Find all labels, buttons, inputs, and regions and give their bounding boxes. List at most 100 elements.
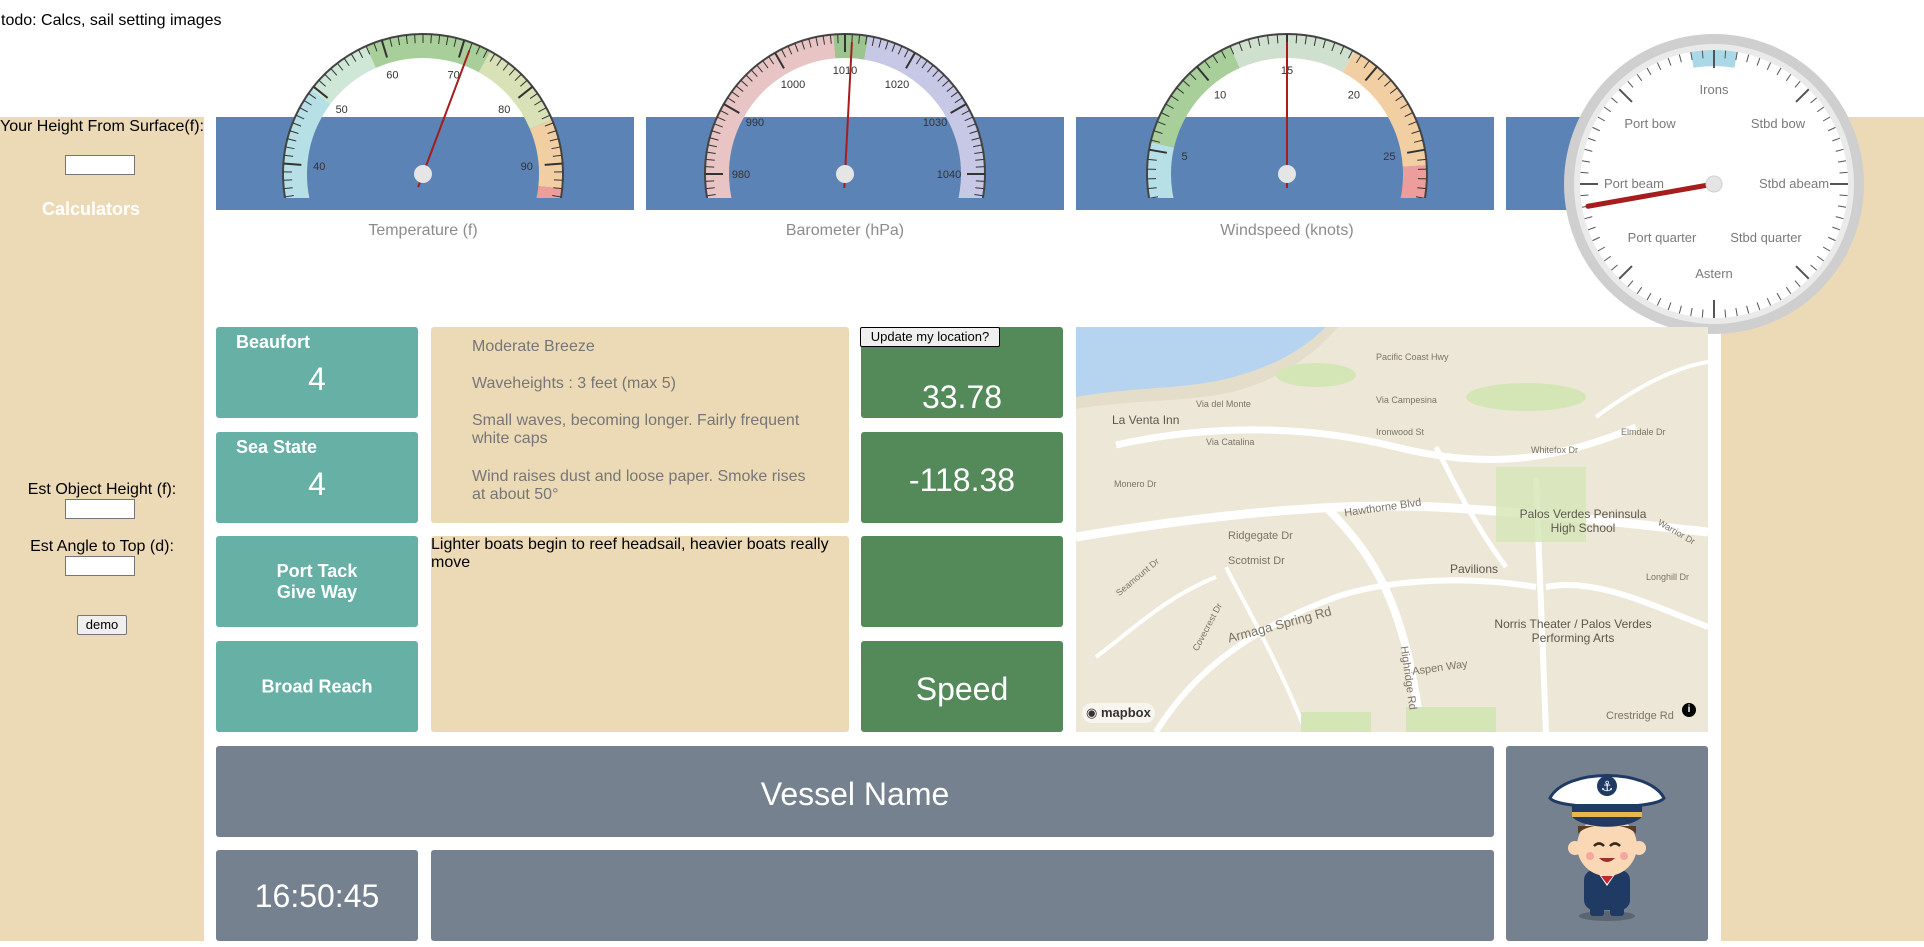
mapbox-logo-text: mapbox — [1100, 705, 1151, 720]
gauge-1-hub — [836, 165, 854, 183]
vessel-name: Vessel Name — [760, 776, 950, 812]
gauge-0-band-1 — [311, 46, 377, 105]
speed-label: Speed — [915, 671, 1009, 707]
height-label: Your Height From Surface(f): — [0, 118, 204, 135]
update-location-button[interactable]: Update my location? — [860, 327, 1000, 347]
temperature-title: Temperature (f) — [368, 222, 478, 239]
angle-input[interactable] — [65, 556, 135, 576]
gauge-1-tick-label-2: 990 — [746, 117, 764, 129]
wind-direction-gauge: Irons Port bow Stbd bow Port beam Stbd abeam… — [1564, 34, 1864, 334]
gauge-0-hub — [414, 165, 432, 183]
barometer-title: Barometer (hPa) — [785, 222, 905, 239]
compass-tick-95 — [1839, 194, 1848, 197]
beaufort-tile: Beaufort 4 — [216, 327, 418, 418]
sea-description: Small waves, becoming longer. Fairly fre… — [472, 412, 800, 447]
gauge-0-tick-label-1: 40 — [313, 161, 325, 173]
map-label-whitefox: Whitefox Dr — [1531, 445, 1579, 455]
gauge-0-tick-label-5: 80 — [498, 104, 510, 116]
gauge-2-band-2 — [1230, 34, 1355, 73]
compass-tick-175 — [1724, 309, 1727, 318]
blank-tile — [861, 536, 1063, 627]
compass-tick-265 — [1580, 194, 1589, 197]
compass-label-3: Port beam — [1604, 176, 1664, 191]
gauge-2-band-4 — [1387, 165, 1427, 244]
beaufort-value: 4 — [308, 361, 326, 397]
gauge-0-tick-label-6: 90 — [521, 161, 533, 173]
sea-state-value: 4 — [308, 466, 326, 502]
gauge-1-tick-label-4: 1010 — [833, 65, 857, 77]
sea-state-title: Sea State — [236, 437, 318, 457]
conditions-panel: Moderate Breeze Waveheights : 3 feet (ma… — [431, 327, 849, 523]
gauge-1-tick-label-7: 1040 — [937, 169, 961, 181]
compass-tick-85 — [1839, 171, 1848, 174]
point-of-sail-tile: Broad Reach — [216, 641, 418, 732]
temperature-dial: 30405060708090100 — [282, 33, 564, 245]
tack-line-1: Port Tack — [276, 560, 358, 581]
latitude-value: 33.78 — [921, 379, 1003, 415]
windspeed-title: Windspeed (knots) — [1220, 222, 1354, 239]
compass-label-4: Stbd abeam — [1759, 176, 1829, 191]
info-icon[interactable]: i — [1682, 703, 1696, 717]
tack-tile: Port Tack Give Way — [216, 536, 418, 627]
gauge-2-tick-label-4: 20 — [1348, 89, 1360, 101]
demo-button[interactable]: demo — [77, 615, 127, 635]
longitude-value: -118.38 — [908, 462, 1016, 498]
compass-label-1: Port bow — [1624, 116, 1676, 131]
map-label-la-venta: La Venta Inn — [1112, 413, 1180, 427]
advice-panel: Lighter boats begin to reef headsail, he… — [431, 536, 849, 732]
map-label-longhill: Longhill Dr — [1646, 572, 1690, 582]
gauge-1-tick-label-1: 980 — [732, 169, 750, 181]
map-label-pavilions: Pavilions — [1450, 562, 1499, 576]
map[interactable]: La Venta Inn Palos Verdes Peninsula High… — [1076, 327, 1708, 732]
map-label-via-catalina: Via Catalina — [1206, 437, 1255, 447]
gauge-2-tick-29 — [1276, 34, 1279, 44]
gauge-2-tick-31 — [1295, 34, 1298, 44]
gauge-1-tick-label-5: 1020 — [885, 79, 909, 91]
map-label-via-del-monte: Via del Monte — [1196, 399, 1251, 409]
advice-text: Lighter boats begin to reef headsail, he… — [431, 536, 829, 571]
map-label-elmdale: Elmdale Dr — [1621, 427, 1666, 437]
map-label-pch: Pacific Coast Hwy — [1376, 352, 1449, 362]
calculators-link[interactable]: Calculators — [0, 199, 182, 220]
gauge-0-band-0 — [283, 89, 331, 244]
mapbox-logo-icon: ◉ — [1086, 705, 1098, 720]
map-label-via-campesina: Via Campesina — [1376, 395, 1437, 405]
gauge-0-band-5 — [523, 185, 563, 244]
speed-tile: Speed — [861, 641, 1063, 732]
beaufort-title: Beaufort — [236, 332, 311, 352]
gauge-2-tick-label-1: 5 — [1182, 151, 1188, 163]
object-height-label: Est Object Height (f): — [27, 481, 177, 498]
compass-label-6: Stbd quarter — [1730, 230, 1802, 245]
map-label-ridgegate: Ridgegate Dr — [1228, 530, 1293, 542]
compass-label-5: Port quarter — [1628, 230, 1697, 245]
compass-tick-355 — [1701, 50, 1704, 59]
compass-tick-5 — [1724, 50, 1727, 59]
svg-text:⚓: ⚓ — [1601, 779, 1614, 795]
gauge-0-tick-36 — [430, 34, 432, 44]
gauge-0-band-4 — [529, 119, 563, 189]
windspeed-gauge: 051015202530 Windspeed (knots) — [1122, 28, 1452, 248]
compass-hub — [1705, 175, 1723, 193]
avatar-panel: ⚓ — [1506, 746, 1708, 941]
mapbox-logo[interactable]: ◉ mapbox — [1082, 703, 1155, 723]
barometer-gauge: 970980990100010101020103010401050 Barome… — [680, 28, 1010, 248]
gauge-0-tick-label-2: 50 — [336, 104, 348, 116]
gauge-1-tick-label-3: 1000 — [781, 79, 805, 91]
wind-name: Moderate Breeze — [472, 338, 595, 355]
status-bar — [431, 850, 1494, 941]
temperature-gauge: 30405060708090100 Temperature (f) — [258, 28, 588, 248]
sea-state-tile: Sea State 4 — [216, 432, 418, 523]
map-label-school: Palos Verdes Peninsula High School — [1519, 507, 1647, 535]
compass-label-2: Stbd bow — [1751, 116, 1806, 131]
left-sidebar: Your Height From Surface(f): Calculators… — [0, 117, 204, 941]
gauge-0-tick-60 — [544, 162, 563, 166]
gauge-2-hub — [1278, 165, 1296, 183]
map-label-ironwood: Ironwood St — [1376, 427, 1425, 437]
compass-tick-185 — [1701, 309, 1704, 318]
map-label-theater: Norris Theater / Palos Verdes Performing… — [1494, 617, 1652, 645]
todo-note: todo: Calcs, sail setting images — [1, 12, 222, 29]
tack-line-2: Give Way — [276, 581, 358, 602]
object-height-input[interactable] — [65, 499, 135, 519]
gauge-0-tick-34 — [414, 34, 416, 44]
height-input[interactable] — [65, 155, 135, 175]
